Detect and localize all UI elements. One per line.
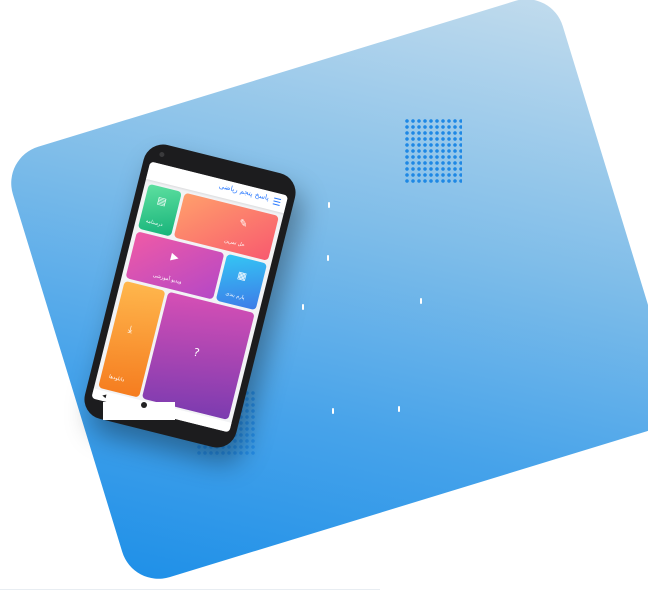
bottom-white-bar <box>103 402 175 420</box>
hamburger-menu-icon[interactable] <box>272 197 282 206</box>
decor-mark <box>327 255 329 261</box>
background-card <box>1 0 648 589</box>
decor-mark <box>328 202 330 208</box>
app-title: پاسخ پنجم ریاضی <box>218 181 270 203</box>
tile-video-label: ویدیو آموزشی <box>152 272 183 286</box>
back-icon[interactable]: ◀ <box>102 393 107 400</box>
decor-mark <box>302 304 304 310</box>
tile-solutions-label: حل تمرین <box>223 237 246 249</box>
tile-grading-label: پارم بندی <box>224 290 246 302</box>
edit-icon: ✎ <box>237 217 249 231</box>
grid-icon: ▦ <box>236 270 248 283</box>
camera-icon <box>158 151 165 158</box>
book-icon: ▤ <box>155 195 168 209</box>
play-icon: ▶ <box>169 251 180 264</box>
tile-downloads-label: دانلودها <box>108 373 125 384</box>
decor-mark <box>332 408 334 414</box>
tile-lessons-label: درسنامه <box>145 218 164 229</box>
decor-mark <box>420 298 422 304</box>
bottom-divider <box>0 589 380 590</box>
help-icon: ? <box>191 345 201 360</box>
tile-grading[interactable]: ▦ پارم بندی <box>215 253 268 311</box>
decor-mark <box>398 406 400 412</box>
hero-illustration: پاسخ پنجم ریاضی ▤ درسنامه ✎ حل تمرین ▶ و… <box>0 0 648 595</box>
home-indicator-icon <box>141 402 147 408</box>
download-icon: ⤓ <box>126 324 134 336</box>
dot-pattern <box>404 118 462 184</box>
